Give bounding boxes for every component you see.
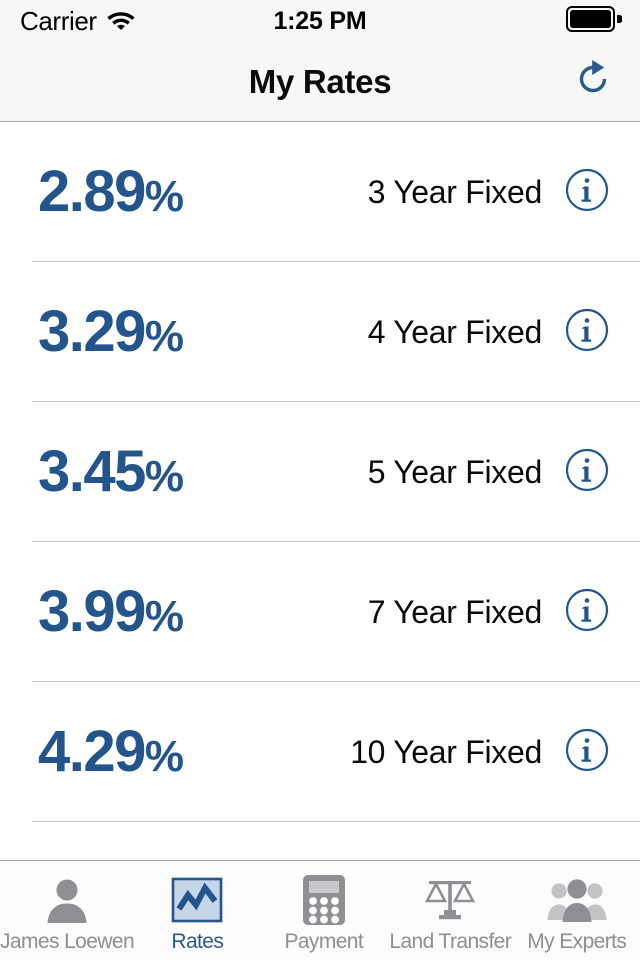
- percent-sign: %: [144, 732, 184, 781]
- rate-row[interactable]: 3.29% 4 Year Fixed: [0, 262, 640, 402]
- percent-sign: %: [144, 312, 184, 361]
- wifi-icon: [106, 8, 136, 35]
- tab-label: Rates: [171, 930, 224, 953]
- rate-number: 2.89: [38, 159, 146, 224]
- rate-term-label: 10 Year Fixed: [350, 733, 542, 770]
- rate-info-button[interactable]: [564, 448, 610, 497]
- tab-label: My Experts: [527, 930, 627, 953]
- rate-term-label: 4 Year Fixed: [367, 313, 543, 350]
- rate-info-button[interactable]: [564, 308, 610, 357]
- rate-value: 2.89%: [0, 163, 300, 221]
- rate-row[interactable]: 3.45% 5 Year Fixed: [0, 402, 640, 542]
- tab-payment[interactable]: Payment: [261, 861, 387, 960]
- tab-rates[interactable]: Rates: [134, 861, 260, 960]
- navigation-bar: My Rates: [0, 42, 640, 122]
- percent-sign: %: [144, 592, 184, 641]
- tab-label: James Loewen: [0, 930, 135, 953]
- rate-row[interactable]: 3.99% 7 Year Fixed: [0, 542, 640, 682]
- rates-list: 2.89% 3 Year Fixed 3.29% 4 Year Fixed 3.…: [0, 122, 640, 860]
- rate-value: 3.29%: [0, 303, 300, 361]
- rate-info-button[interactable]: [564, 588, 610, 637]
- rate-value: 3.45%: [0, 443, 300, 501]
- percent-sign: %: [144, 172, 184, 221]
- tab-land-transfer[interactable]: Land Transfer: [387, 861, 513, 960]
- carrier-label: Carrier: [20, 6, 97, 36]
- rate-term-label: 3 Year Fixed: [367, 173, 543, 210]
- tab-james-loewen[interactable]: James Loewen: [0, 861, 135, 960]
- chart-icon: [171, 873, 223, 927]
- status-bar-left: Carrier: [20, 8, 136, 35]
- rate-row[interactable]: 2.89% 3 Year Fixed: [0, 122, 640, 262]
- app-screen: Carrier 1:25 PM My Rates 2.89% 3 Year Fi…: [0, 0, 640, 960]
- calculator-icon: [301, 873, 347, 927]
- rate-number: 4.29: [38, 719, 146, 784]
- rate-number: 3.29: [38, 299, 146, 364]
- tab-my-experts[interactable]: My Experts: [514, 861, 640, 960]
- rate-value: 3.99%: [0, 583, 300, 641]
- rate-term-label: 7 Year Fixed: [367, 593, 543, 630]
- rate-row[interactable]: 4.29% 10 Year Fixed: [0, 682, 640, 822]
- people-icon: [546, 873, 608, 927]
- rate-number: 3.45: [38, 439, 146, 504]
- rate-value: 4.29%: [0, 723, 300, 781]
- info-icon: [565, 308, 609, 357]
- percent-sign: %: [144, 452, 184, 501]
- tab-bar: James Loewen Rates Payment Land Transfer…: [0, 860, 640, 960]
- rate-info-button[interactable]: [564, 168, 610, 217]
- info-icon: [565, 588, 609, 637]
- rate-info-button[interactable]: [564, 728, 610, 777]
- info-icon: [565, 168, 609, 217]
- info-icon: [565, 728, 609, 777]
- person-icon: [42, 873, 92, 927]
- status-bar-right: [566, 5, 623, 37]
- scales-icon: [423, 873, 477, 927]
- refresh-button[interactable]: [568, 57, 618, 107]
- refresh-icon: [572, 58, 614, 105]
- rate-number: 3.99: [38, 579, 146, 644]
- status-bar: Carrier 1:25 PM: [0, 0, 640, 42]
- rate-term-label: 5 Year Fixed: [367, 453, 543, 490]
- info-icon: [565, 448, 609, 497]
- page-title: My Rates: [248, 62, 392, 100]
- tab-label: Payment: [284, 930, 364, 953]
- battery-full-icon: [566, 5, 623, 37]
- tab-label: Land Transfer: [389, 930, 512, 953]
